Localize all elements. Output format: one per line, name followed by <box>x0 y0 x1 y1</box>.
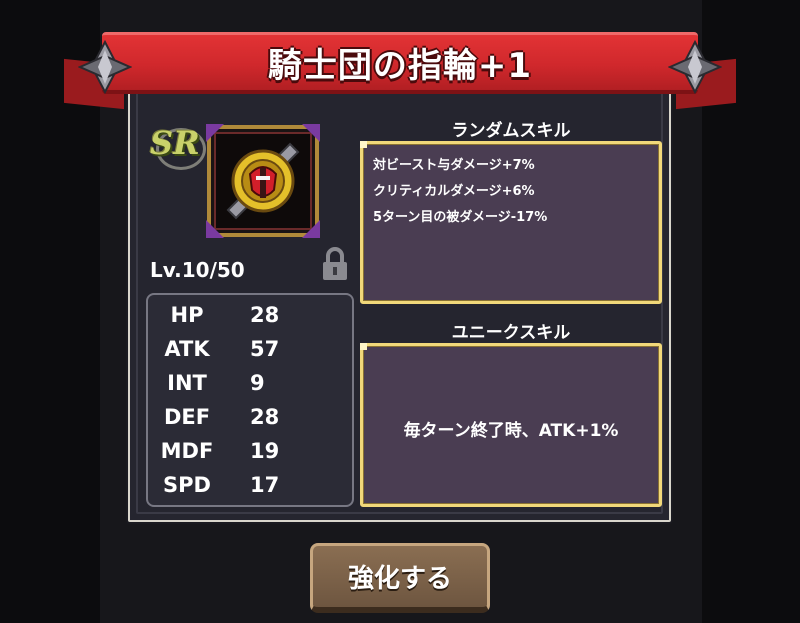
random-skill-box: 対ビースト与ダメージ+7% クリティカルダメージ+6% 5ターン目の被ダメージ-… <box>360 141 662 304</box>
enhance-button-label: 強化する <box>347 564 452 594</box>
unique-skill-title: ユニークスキル <box>451 323 571 343</box>
stat-row-int: INT 9 <box>148 371 352 401</box>
lock-icon[interactable] <box>320 246 350 282</box>
stat-label: HP <box>170 303 204 327</box>
stat-value: 9 <box>250 371 265 395</box>
unique-skill-text: 毎ターン終了時、ATK+1% <box>403 421 619 441</box>
rarity-badge: SR <box>150 124 200 162</box>
enhance-button[interactable]: 強化する <box>310 543 490 613</box>
stat-label: SPD <box>163 473 211 497</box>
item-detail-screen: 騎士団の指輪+1 SR Lv.10/50 HP 28 ATK 57 INT 9 … <box>0 0 800 623</box>
random-skill-line: クリティカルダメージ+6% <box>373 184 535 199</box>
stat-row-spd: SPD 17 <box>148 473 352 503</box>
stat-row-mdf: MDF 19 <box>148 439 352 469</box>
random-skill-line: 5ターン目の被ダメージ-17% <box>373 210 548 225</box>
stat-row-hp: HP 28 <box>148 303 352 333</box>
stat-value: 28 <box>250 405 280 429</box>
stat-value: 17 <box>250 473 280 497</box>
stat-value: 57 <box>250 337 280 361</box>
spike-ornament-right-icon <box>668 40 722 94</box>
stat-row-atk: ATK 57 <box>148 337 352 367</box>
item-level: Lv.10/50 <box>150 258 245 282</box>
random-skill-title: ランダムスキル <box>451 121 571 141</box>
stat-value: 28 <box>250 303 280 327</box>
item-title: 騎士団の指輪+1 <box>267 46 533 86</box>
title-banner: 騎士団の指輪+1 <box>64 22 736 110</box>
stat-row-def: DEF 28 <box>148 405 352 435</box>
stat-value: 19 <box>250 439 280 463</box>
unique-skill-box: 毎ターン終了時、ATK+1% <box>360 343 662 507</box>
banner-ribbon: 騎士団の指輪+1 <box>102 32 698 94</box>
random-skill-line: 対ビースト与ダメージ+7% <box>373 158 535 173</box>
stat-label: INT <box>167 371 207 395</box>
ring-item-icon <box>206 124 320 238</box>
spike-ornament-left-icon <box>78 40 132 94</box>
stat-label: DEF <box>163 405 211 429</box>
stat-label: MDF <box>160 439 214 463</box>
stat-label: ATK <box>164 337 210 361</box>
stats-panel: HP 28 ATK 57 INT 9 DEF 28 MDF 19 SPD 17 <box>146 293 354 507</box>
